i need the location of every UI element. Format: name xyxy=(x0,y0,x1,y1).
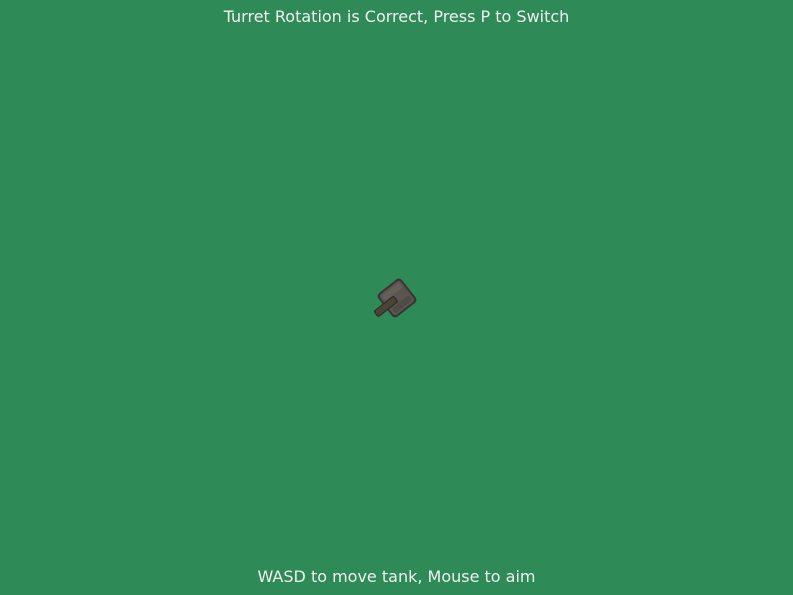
tank-sprite xyxy=(373,278,417,318)
player-tank xyxy=(369,270,425,326)
game-canvas[interactable]: Turret Rotation is Correct, Press P to S… xyxy=(0,0,793,595)
controls-hint: WASD to move tank, Mouse to aim xyxy=(257,567,536,586)
turret-mode-message: Turret Rotation is Correct, Press P to S… xyxy=(223,7,570,26)
